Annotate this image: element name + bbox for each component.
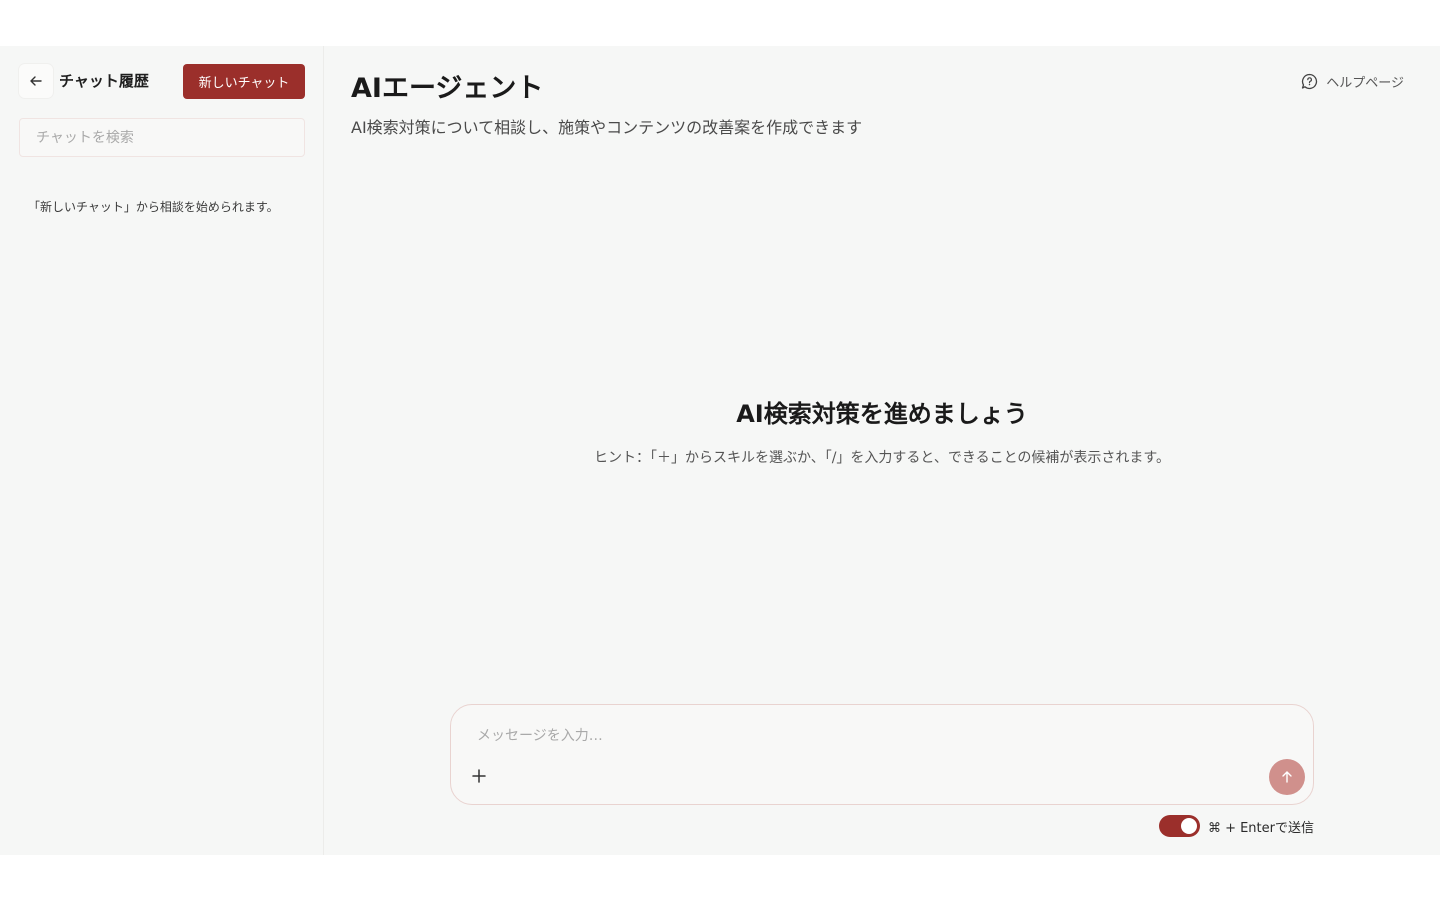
toggle-knob	[1180, 818, 1197, 834]
empty-state-hint: ヒント：「＋」からスキルを選ぶか、「/」を入力すると、できることの候補が表示され…	[593, 450, 1171, 466]
message-composer	[450, 704, 1314, 805]
add-skill-button[interactable]	[467, 764, 491, 788]
help-page-link[interactable]: ヘルプページ	[1301, 72, 1404, 91]
send-button[interactable]	[1269, 759, 1305, 795]
back-button[interactable]	[19, 64, 53, 98]
send-shortcut-toggle[interactable]	[1158, 815, 1200, 837]
app-window: チャット履歴 新しいチャット 「新しいチャット」から相談を始められます。 AIエ…	[0, 46, 1440, 855]
arrow-left-icon	[30, 76, 42, 86]
help-page-label: ヘルプページ	[1326, 76, 1404, 91]
page-title: AIエージェント	[351, 73, 544, 104]
empty-state-heading: AI検索対策を進めましょう	[736, 400, 1028, 428]
main-panel: AIエージェント AI検索対策について相談し、施策やコンテンツの改善案を作成でき…	[324, 46, 1440, 855]
chat-search-input[interactable]	[19, 118, 305, 157]
chat-history-sidebar: チャット履歴 新しいチャット 「新しいチャット」から相談を始められます。	[0, 46, 324, 855]
page-subtitle: AI検索対策について相談し、施策やコンテンツの改善案を作成できます	[351, 118, 863, 137]
send-shortcut-label: ⌘ + Enterで送信	[1207, 820, 1314, 836]
sidebar-title: チャット履歴	[59, 72, 149, 90]
arrow-up-icon	[1282, 771, 1292, 783]
send-shortcut-row: ⌘ + Enterで送信	[1158, 815, 1314, 837]
message-input[interactable]	[477, 721, 1237, 751]
new-chat-button[interactable]: 新しいチャット	[183, 64, 305, 99]
help-chat-icon	[1302, 73, 1318, 90]
plus-icon	[472, 769, 486, 783]
empty-history-hint: 「新しいチャット」から相談を始められます。	[28, 200, 279, 214]
